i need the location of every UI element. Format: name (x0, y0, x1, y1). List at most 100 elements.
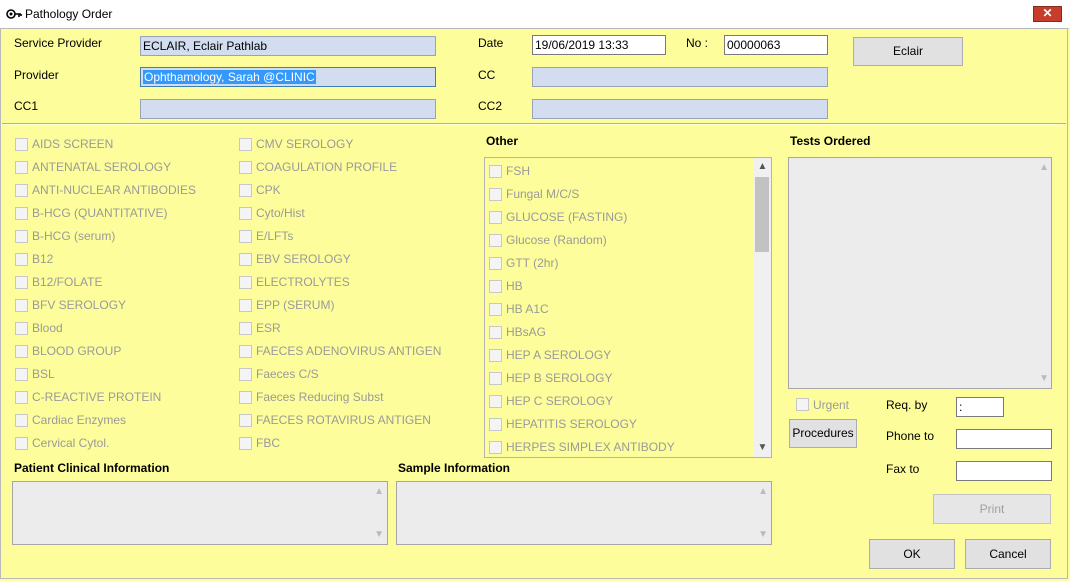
test-label: BFV SEROLOGY (32, 298, 127, 312)
test-checkbox[interactable] (15, 299, 28, 312)
test-checkbox[interactable] (239, 207, 252, 220)
test-label: Faeces C/S (256, 367, 319, 381)
test-checkbox[interactable] (239, 391, 252, 404)
test-label: ANTENATAL SEROLOGY (32, 160, 172, 174)
test-checkbox[interactable] (239, 138, 252, 151)
sample-scroll-down-icon: ▼ (758, 529, 768, 540)
order-no-field[interactable]: 00000063 (724, 35, 828, 55)
test-checkbox[interactable] (15, 345, 28, 358)
other-test-checkbox[interactable] (489, 418, 502, 431)
cancel-button[interactable]: Cancel (965, 539, 1051, 569)
clinical-scroll-up-icon: ▲ (374, 486, 384, 497)
test-checkbox[interactable] (239, 345, 252, 358)
print-button[interactable]: Print (933, 494, 1051, 524)
test-label: COAGULATION PROFILE (256, 160, 398, 174)
other-test-label: FSH (506, 164, 530, 178)
test-label: C-REACTIVE PROTEIN (32, 390, 162, 404)
phone-to-label: Phone to (886, 429, 935, 443)
other-test-label: HBsAG (506, 325, 547, 339)
other-test-checkbox[interactable] (489, 188, 502, 201)
test-checkbox[interactable] (15, 391, 28, 404)
close-icon: ✕ (1042, 6, 1053, 20)
test-checkbox[interactable] (15, 368, 28, 381)
test-checkbox[interactable] (239, 230, 252, 243)
test-checkbox[interactable] (15, 437, 28, 450)
cc-field[interactable] (532, 67, 828, 87)
other-test-checkbox[interactable] (489, 303, 502, 316)
test-checkbox[interactable] (15, 161, 28, 174)
fax-to-field[interactable] (956, 461, 1052, 481)
test-checkbox[interactable] (239, 322, 252, 335)
header-separator (2, 123, 1066, 125)
provider-field[interactable]: Ophthamology, Sarah @CLINIC (140, 67, 436, 87)
other-test-checkbox[interactable] (489, 257, 502, 270)
test-checkbox[interactable] (239, 414, 252, 427)
other-test-checkbox[interactable] (489, 395, 502, 408)
date-field[interactable]: 19/06/2019 13:33 (532, 35, 666, 55)
cc2-field[interactable] (532, 99, 828, 119)
other-test-checkbox[interactable] (489, 326, 502, 339)
other-test-checkbox[interactable] (489, 372, 502, 385)
test-checkbox[interactable] (239, 253, 252, 266)
other-tests-list[interactable]: FSH Fungal M/C/S GLUCOSE (FASTING) Glucose … (484, 157, 772, 458)
test-label: Faeces Reducing Subst (256, 390, 384, 404)
other-test-label: Glucose (Random) (506, 233, 607, 247)
other-test-checkbox[interactable] (489, 211, 502, 224)
tests-scroll-up-icon: ▲ (1039, 162, 1049, 173)
other-test-checkbox[interactable] (489, 165, 502, 178)
test-checkbox[interactable] (239, 161, 252, 174)
tests-ordered-label: Tests Ordered (790, 134, 871, 148)
test-checkbox[interactable] (239, 299, 252, 312)
fax-to-label: Fax to (886, 462, 920, 476)
other-test-label: HEP B SEROLOGY (506, 371, 613, 385)
ok-button[interactable]: OK (869, 539, 955, 569)
test-checkbox[interactable] (15, 230, 28, 243)
title-bar (0, 0, 1070, 29)
app-key-icon (6, 9, 22, 19)
scroll-thumb[interactable] (755, 177, 769, 252)
other-test-label: GLUCOSE (FASTING) (506, 210, 628, 224)
test-label: EBV SEROLOGY (256, 252, 351, 266)
other-list-scrollbar[interactable]: ▲ ▼ (754, 158, 771, 457)
test-label: B12 (32, 252, 54, 266)
test-checkbox[interactable] (15, 207, 28, 220)
other-test-checkbox[interactable] (489, 280, 502, 293)
test-label: FAECES ADENOVIRUS ANTIGEN (256, 344, 442, 358)
patient-clinical-textbox[interactable]: ▲ ▼ (12, 481, 388, 545)
other-test-checkbox[interactable] (489, 441, 502, 454)
patient-clinical-label: Patient Clinical Information (14, 461, 170, 475)
test-checkbox[interactable] (239, 184, 252, 197)
close-button[interactable]: ✕ (1033, 6, 1062, 22)
test-checkbox[interactable] (239, 276, 252, 289)
test-label: ELECTROLYTES (256, 275, 350, 289)
urgent-checkbox[interactable] (796, 398, 809, 411)
test-label: ESR (256, 321, 281, 335)
eclair-button[interactable]: Eclair (853, 37, 963, 66)
other-test-checkbox[interactable] (489, 349, 502, 362)
scroll-down-icon[interactable]: ▼ (754, 442, 771, 453)
test-checkbox[interactable] (15, 184, 28, 197)
scroll-up-icon[interactable]: ▲ (754, 161, 771, 172)
test-checkbox[interactable] (239, 368, 252, 381)
cc2-label: CC2 (478, 99, 503, 113)
order-no-label: No : (686, 36, 709, 50)
test-label: Cyto/Hist (256, 206, 305, 220)
other-test-checkbox[interactable] (489, 234, 502, 247)
test-label: Cardiac Enzymes (32, 413, 127, 427)
test-checkbox[interactable] (15, 276, 28, 289)
req-by-field[interactable]: : (956, 397, 1004, 417)
test-checkbox[interactable] (15, 414, 28, 427)
phone-to-field[interactable] (956, 429, 1052, 449)
provider-selected-text: Ophthamology, Sarah @CLINIC (143, 70, 316, 84)
procedures-button[interactable]: Procedures (789, 419, 857, 448)
sample-info-textbox[interactable]: ▲ ▼ (396, 481, 772, 545)
service-provider-field[interactable]: ECLAIR, Eclair Pathlab (140, 36, 436, 56)
urgent-label: Urgent (813, 398, 850, 412)
tests-ordered-list[interactable]: ▲ ▼ (788, 157, 1052, 389)
test-checkbox[interactable] (15, 253, 28, 266)
cc1-field[interactable] (140, 99, 436, 119)
test-checkbox[interactable] (239, 437, 252, 450)
test-checkbox[interactable] (15, 138, 28, 151)
test-checkbox[interactable] (15, 322, 28, 335)
req-by-label: Req. by (886, 398, 928, 412)
